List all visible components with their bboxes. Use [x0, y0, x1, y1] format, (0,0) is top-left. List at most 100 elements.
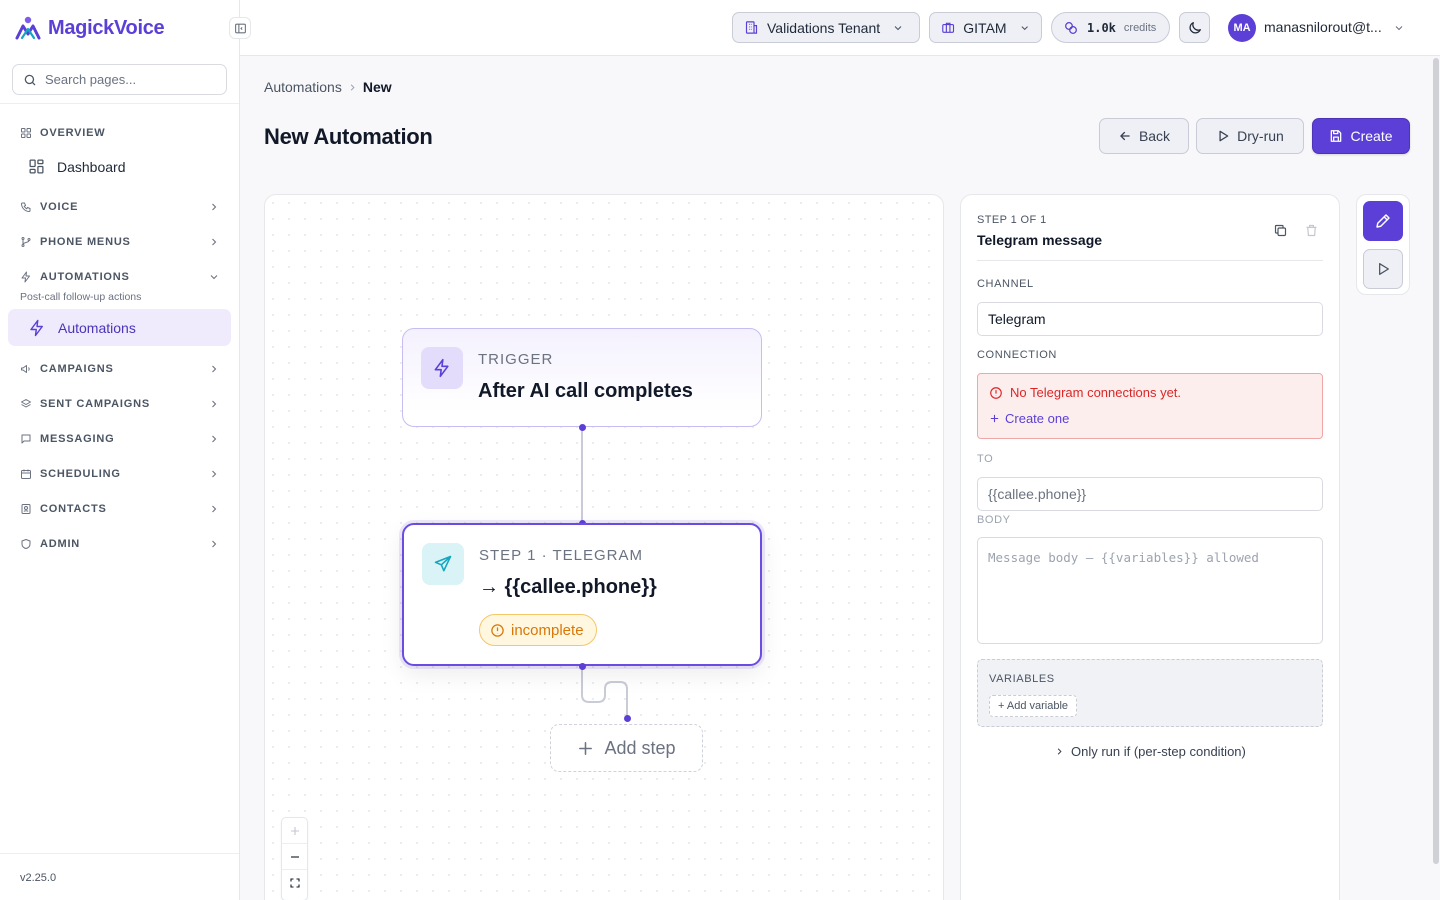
tenant-switcher[interactable]: Validations Tenant	[732, 12, 920, 43]
play-icon	[1219, 130, 1229, 142]
to-label: TO	[977, 453, 994, 465]
edit-mode-button[interactable]	[1363, 201, 1403, 241]
send-icon	[434, 555, 452, 572]
sidebar-group-sent-campaigns[interactable]: SENT CAMPAIGNS	[12, 391, 228, 417]
sidebar-group-label: OVERVIEW	[40, 127, 106, 139]
sidebar-group-phone-menus[interactable]: PHONE MENUS	[12, 229, 228, 255]
mode-toolbar	[1356, 194, 1410, 295]
org-name: GITAM	[963, 19, 1007, 36]
flow-canvas[interactable]: TRIGGER After AI call completes STEP 1 ·…	[264, 194, 944, 900]
chevron-right-icon	[350, 83, 355, 91]
dry-run-button[interactable]: Dry-run	[1196, 118, 1304, 154]
to-field[interactable]: {{callee.phone}}	[977, 477, 1323, 511]
minus-icon	[290, 855, 299, 858]
user-avatar[interactable]: MA	[1228, 14, 1256, 42]
sidebar-group-label: SENT CAMPAIGNS	[40, 398, 151, 410]
trigger-title: After AI call completes	[478, 380, 693, 402]
org-switcher[interactable]: GITAM	[929, 12, 1042, 43]
sidebar-group-contacts[interactable]: CONTACTS	[12, 496, 228, 522]
play-icon	[1379, 263, 1389, 275]
sidebar-group-label: ADMIN	[40, 538, 81, 550]
credits-badge[interactable]: 1.0k credits	[1051, 12, 1170, 43]
trash-icon[interactable]	[1304, 223, 1319, 238]
pencil-icon	[1376, 214, 1390, 228]
building-icon	[745, 21, 758, 34]
channel-select[interactable]: Telegram	[977, 302, 1323, 336]
plus-icon	[990, 414, 999, 423]
alert-circle-icon	[990, 386, 1002, 399]
sidebar-item-label: Automations	[58, 319, 136, 336]
breadcrumb-current: New	[362, 79, 392, 95]
sidebar-group-messaging[interactable]: MESSAGING	[12, 426, 228, 452]
sidebar-group-automations[interactable]: AUTOMATIONS	[12, 264, 228, 290]
breadcrumb-link[interactable]: Automations	[264, 79, 342, 95]
step-node[interactable]: STEP 1 · TELEGRAM → {{callee.phone}} inc…	[402, 523, 762, 666]
collapse-sidebar-button[interactable]	[229, 17, 251, 39]
add-step-button[interactable]: Add step	[550, 724, 703, 772]
connector-handle[interactable]	[578, 423, 586, 431]
sidebar-group-campaigns[interactable]: CAMPAIGNS	[12, 356, 228, 382]
dashboard-icon	[29, 159, 44, 174]
copy-icon[interactable]	[1273, 223, 1288, 238]
contacts-icon	[21, 504, 31, 514]
shield-icon	[21, 539, 31, 549]
chevron-right-icon	[212, 365, 217, 373]
connection-label: CONNECTION	[977, 349, 1057, 361]
connection-alert: No Telegram connections yet. Create one	[977, 373, 1323, 439]
fit-view-button[interactable]	[282, 870, 307, 896]
user-email[interactable]: manasnilorout@t...	[1264, 19, 1388, 35]
logo-icon	[15, 16, 41, 40]
app-logo[interactable]: MagickVoice	[14, 12, 165, 44]
connector-handle[interactable]	[623, 714, 631, 722]
channel-value: Telegram	[988, 311, 1046, 327]
chevron-down-icon	[210, 275, 218, 280]
body-placeholder: Message body — {{variables}} allowed	[988, 550, 1259, 565]
search-input[interactable]	[45, 72, 215, 87]
chevron-right-icon	[1057, 748, 1062, 755]
chevron-right-icon	[212, 540, 217, 548]
step-kicker: STEP 1 · TELEGRAM	[479, 547, 643, 564]
step-icon-box	[422, 543, 464, 585]
credits-value: 1.0k	[1087, 20, 1116, 35]
sidebar-item-dashboard[interactable]: Dashboard	[8, 148, 231, 185]
chevron-right-icon	[212, 505, 217, 513]
bolt-icon	[21, 271, 30, 283]
layers-icon	[21, 399, 31, 408]
alert-circle-icon	[491, 623, 504, 637]
add-variable-button[interactable]: + Add variable	[989, 695, 1078, 717]
theme-toggle-button[interactable]	[1179, 12, 1210, 43]
chevron-right-icon	[212, 400, 217, 408]
trigger-node[interactable]: TRIGGER After AI call completes	[402, 328, 762, 427]
back-button[interactable]: Back	[1099, 118, 1189, 154]
megaphone-icon	[21, 365, 30, 373]
sidebar-group-admin[interactable]: ADMIN	[12, 531, 228, 557]
sidebar-item-automations[interactable]: Automations	[8, 309, 231, 346]
sidebar-group-voice[interactable]: VOICE	[12, 194, 228, 220]
connector-handle[interactable]	[578, 662, 586, 670]
breadcrumb: Automations New	[264, 79, 392, 95]
plus-icon	[579, 741, 593, 755]
create-button[interactable]: Create	[1312, 118, 1410, 154]
phone-icon	[20, 202, 31, 213]
sidebar-toggle-icon	[234, 23, 246, 33]
sidebar-group-scheduling[interactable]: SCHEDULING	[12, 461, 228, 487]
zoom-out-button[interactable]	[282, 844, 307, 870]
back-label: Back	[1138, 128, 1171, 144]
briefcase-icon	[942, 22, 955, 33]
save-icon	[1331, 130, 1342, 142]
create-connection-link[interactable]: Create one	[989, 411, 1069, 426]
body-textarea[interactable]: Message body — {{variables}} allowed	[977, 537, 1323, 644]
search-box[interactable]	[12, 64, 227, 95]
sidebar-group-label: CONTACTS	[40, 503, 107, 515]
run-mode-button[interactable]	[1363, 249, 1403, 289]
sidebar-group-label: SCHEDULING	[40, 468, 121, 480]
body-label: BODY	[977, 514, 1011, 526]
page-scrollbar[interactable]	[1433, 58, 1439, 864]
step-count: STEP 1 OF 1	[977, 214, 1047, 226]
chevron-down-icon[interactable]	[1393, 22, 1405, 34]
condition-toggle[interactable]: Only run if (per-step condition)	[1054, 744, 1246, 759]
create-connection-label: Create one	[1005, 411, 1070, 426]
sidebar-group-note: Post-call follow-up actions	[20, 291, 142, 303]
coins-icon	[1065, 21, 1077, 34]
zoom-in-button[interactable]	[282, 818, 307, 844]
